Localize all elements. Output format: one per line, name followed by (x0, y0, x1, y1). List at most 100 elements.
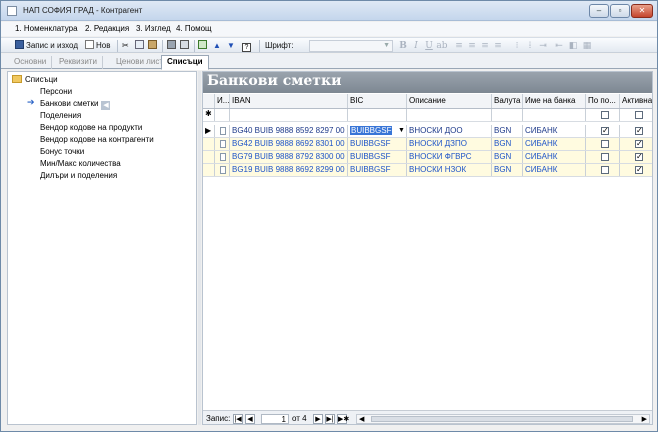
tree-root[interactable]: Списъци (12, 75, 58, 84)
column-header-currency[interactable]: Валута (492, 94, 523, 108)
scroll-right-icon[interactable]: ▶ (642, 415, 647, 423)
scrollbar-thumb[interactable] (371, 416, 633, 422)
horizontal-scrollbar[interactable]: ◀ ▶ (356, 414, 650, 424)
tab-requisites[interactable]: Реквизити (54, 56, 103, 69)
column-header-default[interactable]: По по... (586, 94, 620, 108)
bullets-icon[interactable]: ⁝ (511, 40, 523, 52)
bic-cell[interactable]: BUIBBGSF (348, 151, 407, 163)
tree-item-vendor-partner-codes[interactable]: Вендор кодове на контрагенти (40, 135, 154, 144)
table-row[interactable]: BG79 BUIB 9888 8792 8300 00 BUIBBGSF ВНО… (203, 151, 652, 164)
align-left-icon[interactable]: ≡ (453, 40, 465, 52)
column-header-description[interactable]: Описание (407, 94, 492, 108)
iban-cell[interactable]: BG40 BUIB 9888 8592 8297 00 (230, 125, 348, 137)
first-record-button[interactable]: |◀ (233, 414, 243, 424)
default-checkbox[interactable] (601, 166, 609, 174)
strikethrough-icon[interactable]: ab (436, 40, 448, 52)
table-row[interactable]: BG19 BUIB 9888 8692 8299 00 BUIBBGSF ВНО… (203, 164, 652, 177)
new-record-row[interactable]: ✱ (203, 109, 652, 122)
active-checkbox[interactable] (635, 164, 643, 176)
underline-icon[interactable]: U (423, 40, 435, 52)
column-header-active[interactable]: Активна (620, 94, 652, 108)
bank-name-cell[interactable]: СИБАНК (523, 164, 586, 176)
minimize-button[interactable]: – (589, 4, 609, 18)
refresh-button[interactable] (198, 40, 209, 52)
tree-item-persons[interactable]: Персони (40, 87, 72, 96)
chevron-down-icon[interactable]: ▼ (398, 125, 405, 137)
tree-item-bank-accounts[interactable]: Банкови сметки ◀ (40, 99, 111, 110)
scroll-left-icon[interactable]: ◀ (359, 415, 364, 423)
iban-cell[interactable]: BG19 BUIB 9888 8692 8299 00 (230, 164, 348, 176)
align-right-icon[interactable]: ≡ (479, 40, 491, 52)
tree-item-min-max-quantities[interactable]: Мин/Макс количества (40, 159, 121, 168)
numbering-icon[interactable]: ⁞ (524, 40, 536, 52)
bic-editor[interactable]: BUIBBGSF (350, 126, 393, 135)
color-icon[interactable]: ◧ (567, 40, 579, 52)
currency-cell[interactable]: BGN (492, 151, 523, 163)
description-cell[interactable]: ВНОСКИ НЗОК (407, 164, 492, 176)
maximize-button[interactable]: ▫ (610, 4, 630, 18)
table-row[interactable]: BG42 BUIB 9888 8692 8301 00 BUIBBGSF ВНО… (203, 138, 652, 151)
align-justify-icon[interactable]: ≡ (492, 40, 504, 52)
active-checkbox[interactable] (635, 138, 643, 150)
active-checkbox[interactable] (635, 111, 643, 119)
bank-name-cell[interactable]: СИБАНК (523, 138, 586, 150)
currency-cell[interactable]: BGN (492, 138, 523, 150)
bic-cell[interactable]: BUIBBGSF (348, 164, 407, 176)
splitter[interactable] (198, 71, 201, 425)
indent-icon[interactable]: ⇥ (537, 40, 549, 52)
help-button[interactable]: ? (242, 40, 253, 52)
default-checkbox[interactable] (601, 153, 609, 161)
default-checkbox[interactable] (601, 125, 609, 137)
move-up-button[interactable]: ▲ (213, 40, 221, 52)
bic-cell[interactable]: BUIBBGSF (348, 138, 407, 150)
description-cell[interactable]: ВНОСКИ ФГВРС (407, 151, 492, 163)
close-button[interactable]: ✕ (631, 4, 653, 18)
prev-record-button[interactable]: ◀ (245, 414, 255, 424)
menu-view[interactable]: 3. Изглед (136, 24, 171, 33)
print-button[interactable] (167, 40, 178, 52)
active-checkbox[interactable] (635, 125, 643, 137)
table-row[interactable]: ▶ BG40 BUIB 9888 8592 8297 00 BUIBBGSF ▼ … (203, 125, 652, 138)
save-exit-button[interactable]: Запис и изход (15, 40, 78, 52)
background-icon[interactable]: ▦ (581, 40, 593, 52)
outdent-icon[interactable]: ⇤ (553, 40, 565, 52)
bank-name-cell[interactable]: СИБАНК (523, 151, 586, 163)
tab-lists[interactable]: Списъци (161, 55, 209, 70)
italic-icon[interactable]: I (410, 40, 422, 52)
move-down-button[interactable]: ▼ (227, 40, 235, 52)
currency-cell[interactable]: BGN (492, 125, 523, 137)
column-header-bank-name[interactable]: Име на банка (523, 94, 586, 108)
print-preview-button[interactable] (180, 40, 191, 52)
tab-basic[interactable]: Основни (9, 56, 53, 69)
next-record-button[interactable]: ▶ (313, 414, 323, 424)
tree-item-bonus-points[interactable]: Бонус точки (40, 147, 84, 156)
default-checkbox[interactable] (601, 111, 609, 119)
copy-button[interactable] (135, 40, 146, 52)
menu-nomenclature[interactable]: 1. Номенклатура (15, 24, 78, 33)
active-checkbox[interactable] (635, 151, 643, 163)
bold-icon[interactable]: B (397, 40, 409, 52)
align-center-icon[interactable]: ≡ (466, 40, 478, 52)
new-record-button[interactable]: ▶✱ (337, 414, 349, 424)
paste-button[interactable] (148, 40, 159, 52)
menu-help[interactable]: 4. Помощ (176, 24, 212, 33)
bank-name-cell[interactable]: СИБАНК (523, 125, 586, 137)
menu-edit[interactable]: 2. Редакция (85, 24, 129, 33)
description-cell[interactable]: ВНОСКИ ДЗПО (407, 138, 492, 150)
currency-cell[interactable]: BGN (492, 164, 523, 176)
iban-cell[interactable]: BG79 BUIB 9888 8792 8300 00 (230, 151, 348, 163)
last-record-button[interactable]: ▶| (325, 414, 335, 424)
tree-item-dealers-divisions[interactable]: Дилъри и поделения (40, 171, 117, 180)
bic-cell[interactable]: BUIBBGSF ▼ (348, 125, 407, 137)
column-header-icon[interactable]: И... (215, 94, 230, 108)
font-select[interactable]: ▼ (309, 40, 393, 52)
cut-button[interactable]: ✂ (122, 40, 129, 52)
column-header-bic[interactable]: BIC (348, 94, 407, 108)
record-number-input[interactable]: 1 (261, 414, 289, 424)
tree-item-divisions[interactable]: Поделения (40, 111, 81, 120)
description-cell[interactable]: ВНОСКИ ДОО (407, 125, 492, 137)
new-button[interactable]: Нов (85, 40, 110, 52)
column-header-iban[interactable]: IBAN (230, 94, 348, 108)
default-checkbox[interactable] (601, 140, 609, 148)
tree-item-vendor-product-codes[interactable]: Вендор кодове на продукти (40, 123, 142, 132)
